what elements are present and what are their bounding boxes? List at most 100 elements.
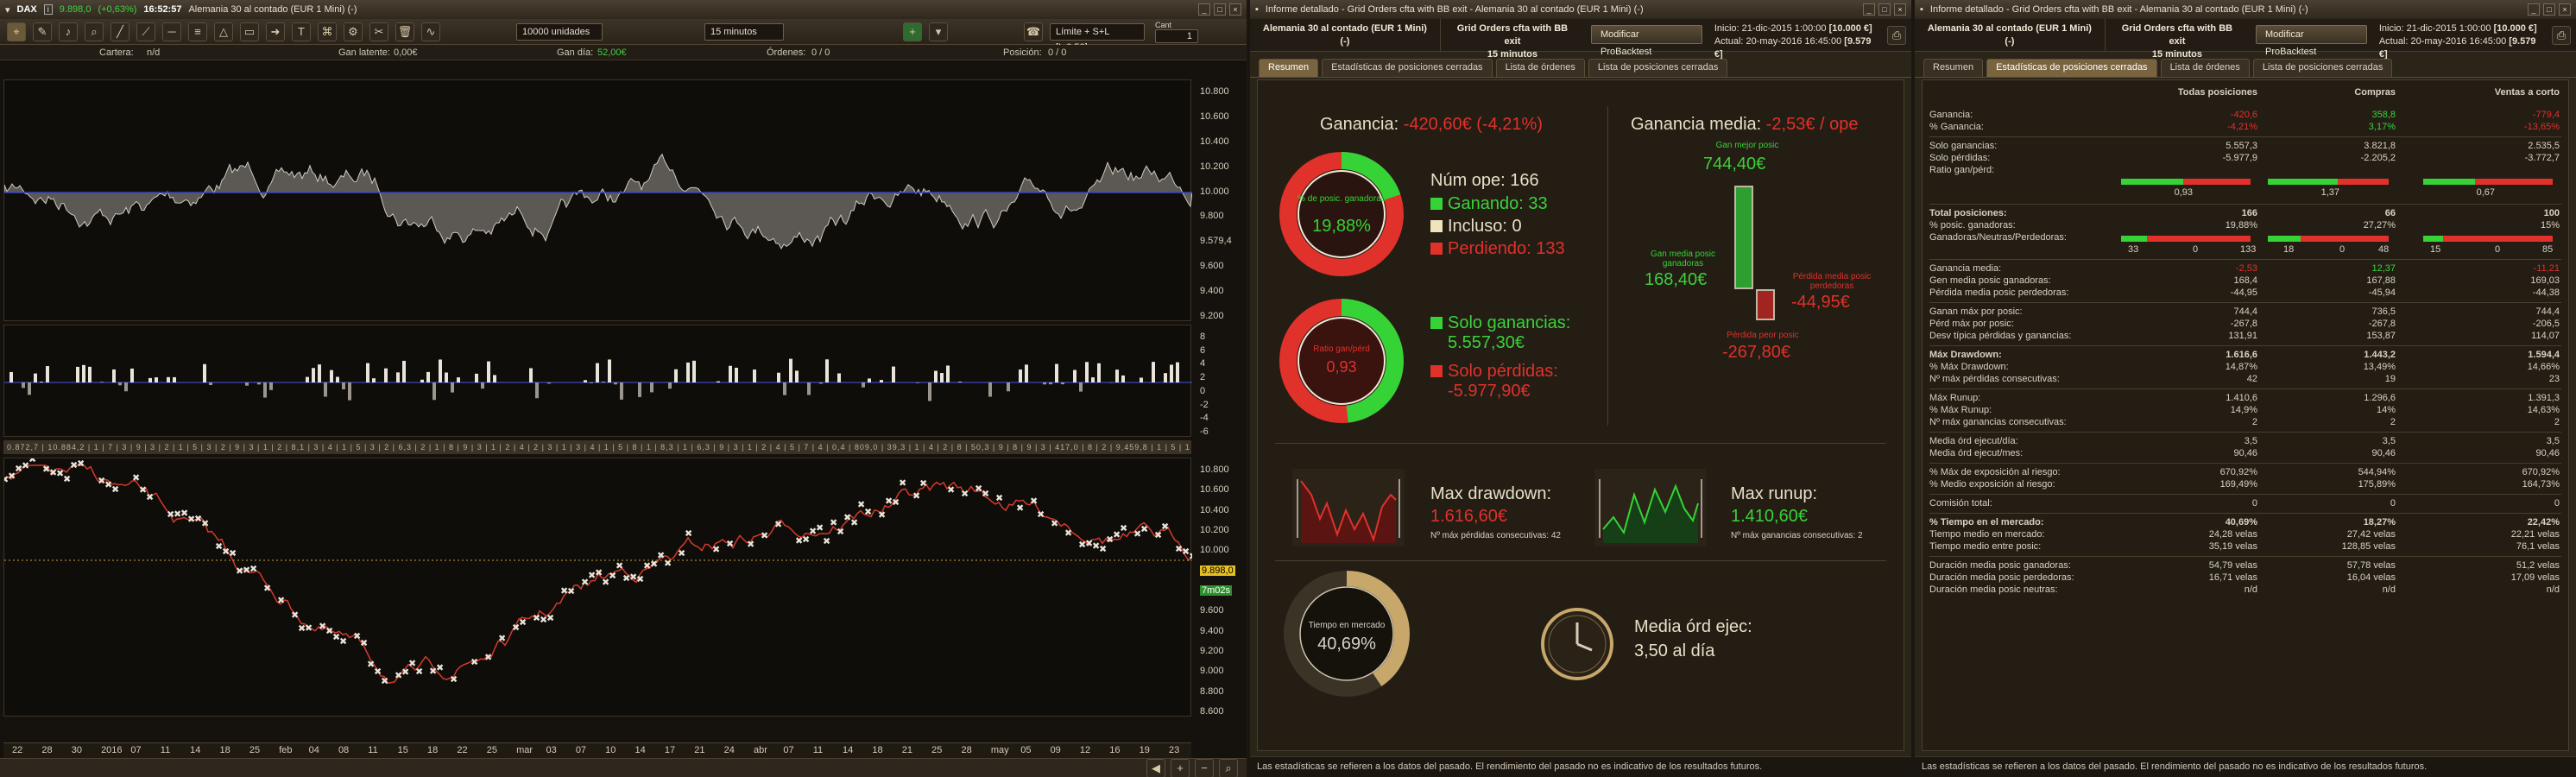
stats-row-label: Tiempo medio en mercado: bbox=[1929, 529, 2045, 540]
phone-icon[interactable]: ☎ bbox=[1024, 22, 1043, 41]
stats-cell: 23 bbox=[2548, 374, 2560, 384]
minimize-icon[interactable]: _ bbox=[1863, 3, 1875, 16]
fib-icon[interactable]: ≡ bbox=[188, 22, 207, 41]
actual-label: Actual: bbox=[1714, 36, 1744, 47]
maximize-icon[interactable]: □ bbox=[1214, 3, 1226, 16]
stats-cell: -5.977,9 bbox=[2222, 153, 2257, 163]
stats-cell: 1.616,6 bbox=[2226, 350, 2257, 360]
zoom-in-icon[interactable]: + bbox=[1171, 758, 1190, 777]
tab-posiciones[interactable]: Lista de posiciones cerradas bbox=[1588, 59, 1728, 77]
axis-tick-label: 9.200 bbox=[1200, 311, 1224, 321]
ordenes-label: Órdenes: bbox=[767, 47, 806, 58]
maximize-icon[interactable]: □ bbox=[2543, 3, 2555, 16]
magnet-icon[interactable]: ⌘ bbox=[318, 22, 337, 41]
indicator-icon[interactable]: ∿ bbox=[421, 22, 440, 41]
ticker-symbol[interactable]: DAX bbox=[17, 4, 37, 15]
cursor-icon[interactable]: ⌖ bbox=[7, 22, 26, 41]
zoom-icon[interactable]: ⌕ bbox=[85, 22, 104, 41]
donut2-caption: Ratio gan/pérd bbox=[1313, 344, 1370, 354]
tab-ordenes[interactable]: Lista de órdenes bbox=[2160, 59, 2250, 77]
units-select[interactable]: 10000 unidades bbox=[516, 22, 603, 41]
histogram-bar bbox=[862, 382, 865, 388]
modify-probacktest-button[interactable]: Modificar ProBacktest bbox=[1591, 25, 1702, 57]
strategy-box: Grid Orders cfta with BB exit 15 minutos bbox=[1441, 19, 1584, 60]
trash-icon[interactable]: 🗑 bbox=[395, 22, 414, 41]
menu-arrow-icon[interactable]: ▾ bbox=[5, 4, 10, 16]
stats-cell: 175,89% bbox=[2358, 479, 2396, 490]
order-ticker-band: 0.872,7 | 10.884,2 | 1 | 7 | 3 | 9 | 3 |… bbox=[3, 440, 1191, 454]
triangle-icon[interactable]: △ bbox=[214, 22, 233, 41]
tab-resumen[interactable]: Resumen bbox=[1259, 59, 1319, 77]
histogram-bar bbox=[330, 370, 333, 382]
stats-row-label: Solo ganancias: bbox=[1929, 141, 1998, 151]
order-marker: ✖ bbox=[381, 675, 388, 686]
modify-probacktest-button[interactable]: Modificar ProBacktest bbox=[2256, 25, 2367, 57]
order-type-select[interactable]: Límite + S+L [L,0,50] bbox=[1050, 22, 1145, 53]
hline-icon[interactable]: ─ bbox=[162, 22, 181, 41]
tab-estadisticas[interactable]: Estadísticas de posiciones cerradas bbox=[1322, 59, 1493, 77]
clock-time: 16:52:57 bbox=[143, 4, 182, 15]
histogram-bar bbox=[493, 375, 496, 382]
solo-ganancias: Solo ganancias: 5.557,30€ bbox=[1430, 313, 1570, 353]
histogram-bar bbox=[384, 368, 388, 382]
trendline-icon[interactable]: ╱ bbox=[110, 22, 129, 41]
maximize-icon[interactable]: □ bbox=[1878, 3, 1891, 16]
scroll-left-icon[interactable]: ◀ bbox=[1146, 758, 1165, 777]
order-buy-icon[interactable]: + bbox=[903, 22, 922, 41]
info-icon[interactable]: i bbox=[43, 4, 53, 15]
x-tick-label: 21 bbox=[901, 745, 913, 755]
stats-cell: 0 bbox=[2251, 498, 2257, 509]
print-icon[interactable]: ⎙ bbox=[1887, 26, 1906, 45]
stats-cell: 27,42 velas bbox=[2346, 529, 2396, 540]
stats-row-label: Ganancia: bbox=[1929, 110, 1973, 120]
ray-icon[interactable]: ⟋ bbox=[136, 22, 155, 41]
gan-mejor-label: Gan mejor posic bbox=[1715, 141, 1779, 150]
stats-tri-cell: 48 bbox=[2378, 244, 2390, 255]
close-icon[interactable]: × bbox=[2559, 3, 2571, 16]
print-icon[interactable]: ⎙ bbox=[2552, 26, 2571, 45]
bell-icon[interactable]: ♪ bbox=[59, 22, 78, 41]
tab-posiciones[interactable]: Lista de posiciones cerradas bbox=[2252, 59, 2393, 77]
timeframe-select[interactable]: 15 minutos bbox=[704, 22, 784, 41]
minimize-icon[interactable]: _ bbox=[2528, 3, 2540, 16]
chart-window: ▾ DAX i 9.898,0 (+0,63%) 16:52:57 Aleman… bbox=[0, 0, 1247, 777]
histogram-bar bbox=[457, 377, 460, 382]
tab-ordenes[interactable]: Lista de órdenes bbox=[1495, 59, 1585, 77]
stats-cell: 54,79 velas bbox=[2208, 560, 2257, 571]
tab-resumen[interactable]: Resumen bbox=[1923, 59, 1984, 77]
arrow-icon[interactable]: ➜ bbox=[266, 22, 285, 41]
order-marker: ✖ bbox=[678, 548, 685, 559]
ganancia-label: Ganancia: bbox=[1320, 115, 1399, 134]
close-icon[interactable]: × bbox=[1894, 3, 1906, 16]
tools-icon[interactable]: ✂ bbox=[369, 22, 388, 41]
stats-cell: 128,85 velas bbox=[2341, 541, 2396, 552]
search-icon[interactable]: ⌕ bbox=[1219, 758, 1238, 777]
rectangle-icon[interactable]: ▭ bbox=[240, 22, 259, 41]
histogram-bar bbox=[608, 359, 611, 382]
price-pane[interactable]: ✖ ✖ ✖ ✖ ✖ ✖ ✖ ✖ ✖ ✖ ✖ ✖ ✖ ✖ ✖ ✖ ✖ ✖ ✖ ✖ ✖ ✖ ✖ ✖ ✖ ✖ ✖ ✖ ✖ ✖ ✖ ✖ ✖ ✖ ✖ ✖ ✖ ✖ ✖ ✖… bbox=[1, 454, 1196, 717]
x-tick-label: 14 bbox=[843, 745, 854, 755]
order-sell-icon[interactable]: ▾ bbox=[929, 22, 948, 41]
text-icon[interactable]: T bbox=[292, 22, 311, 41]
minimize-icon[interactable]: _ bbox=[1198, 3, 1210, 16]
stats-cell: 169,49% bbox=[2219, 479, 2257, 490]
order-marker: ✖ bbox=[912, 490, 920, 502]
pencil-icon[interactable]: ✎ bbox=[33, 22, 52, 41]
stats-tri-row: 33 0 133 18 0 48 15 0 85 bbox=[1929, 244, 2561, 256]
equity-pane[interactable] bbox=[3, 79, 1193, 321]
histogram-bar bbox=[1007, 382, 1010, 392]
order-marker: ✖ bbox=[864, 507, 872, 518]
histogram-pane[interactable] bbox=[3, 325, 1192, 437]
qty-input[interactable]: 1 bbox=[1155, 28, 1198, 43]
stats-cell: 57,78 velas bbox=[2346, 560, 2396, 571]
zoom-out-icon[interactable]: − bbox=[1195, 758, 1214, 777]
clock-icon bbox=[1541, 608, 1613, 680]
dia-label: Gan día: bbox=[557, 47, 594, 58]
settings-icon[interactable]: ⚙ bbox=[344, 22, 363, 41]
close-icon[interactable]: × bbox=[1229, 3, 1241, 16]
report2-titlebar: ▪ Informe detallado - Grid Orders cfta w… bbox=[1915, 0, 2576, 19]
stats-row: % Tiempo en el mercado: 40,69% 18,27% 22,42… bbox=[1929, 517, 2561, 529]
order-marker: ✖ bbox=[685, 528, 692, 540]
tab-estadisticas[interactable]: Estadísticas de posiciones cerradas bbox=[1986, 59, 2157, 77]
time-in-market-gauge bbox=[1284, 571, 1410, 697]
